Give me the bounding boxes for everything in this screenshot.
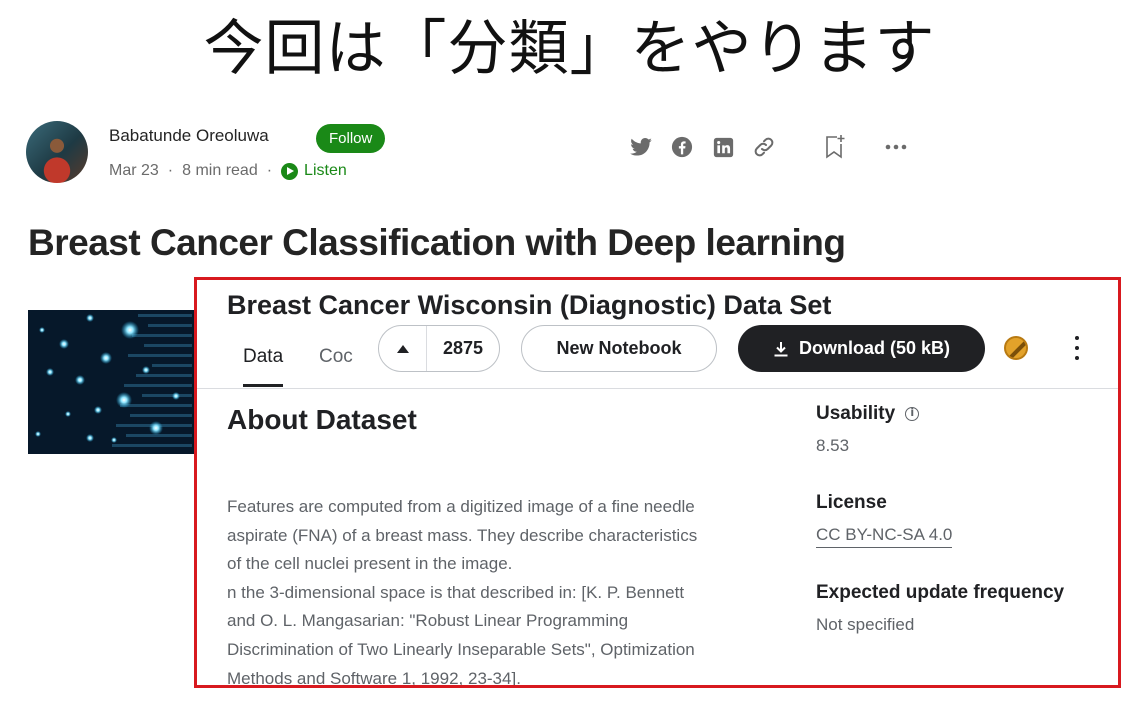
info-icon[interactable] bbox=[905, 406, 920, 421]
read-time: 8 min read bbox=[182, 162, 258, 179]
about-dataset-description: Features are computed from a digitized i… bbox=[227, 493, 787, 688]
upvote-button[interactable] bbox=[379, 326, 427, 371]
author-avatar[interactable] bbox=[26, 121, 88, 183]
vote-count: 2875 bbox=[442, 338, 484, 358]
tab-divider bbox=[197, 388, 1118, 389]
meta-separator: · bbox=[266, 162, 273, 179]
facebook-icon[interactable] bbox=[669, 134, 695, 160]
usability-section: Usability 8.53 bbox=[816, 403, 920, 456]
tab-code[interactable]: Coc bbox=[319, 346, 359, 368]
meta-separator: · bbox=[167, 162, 174, 179]
dataset-title: Breast Cancer Wisconsin (Diagnostic) Dat… bbox=[227, 290, 832, 320]
article-hero-image bbox=[28, 310, 196, 454]
download-label: Download (50 kB) bbox=[798, 338, 950, 358]
share-toolbar bbox=[628, 134, 924, 160]
update-frequency-section: Expected update frequency Not specified bbox=[816, 582, 1064, 635]
caret-up-icon bbox=[396, 344, 409, 353]
description-line: of the cell nuclei present in the image. bbox=[227, 554, 513, 574]
license-link[interactable]: CC BY-NC-SA 4.0 bbox=[816, 525, 953, 548]
update-frequency-value: Not specified bbox=[816, 615, 915, 634]
listen-label: Listen bbox=[304, 162, 347, 179]
description-line: n the 3-dimensional space is that descri… bbox=[227, 582, 685, 602]
linkedin-icon[interactable] bbox=[710, 134, 736, 160]
upvote-control: 2875 bbox=[378, 325, 500, 372]
publish-date: Mar 23 bbox=[109, 162, 159, 179]
usability-label: Usability bbox=[816, 403, 896, 424]
description-line: aspirate (FNA) of a breast mass. They de… bbox=[227, 525, 698, 545]
play-icon bbox=[281, 162, 299, 180]
description-line: Features are computed from a digitized i… bbox=[227, 497, 695, 516]
tab-data[interactable]: Data bbox=[243, 346, 284, 387]
article-title: Breast Cancer Classification with Deep l… bbox=[28, 222, 846, 263]
link-icon[interactable] bbox=[751, 134, 777, 160]
license-section: License CC BY-NC-SA 4.0 bbox=[816, 492, 953, 548]
description-line: Discrimination of Two Linearly Inseparab… bbox=[227, 639, 695, 659]
author-name[interactable]: Babatunde Oreoluwa bbox=[109, 126, 269, 146]
dataset-panel: Breast Cancer Wisconsin (Diagnostic) Dat… bbox=[194, 277, 1121, 688]
usability-value: 8.53 bbox=[816, 436, 850, 455]
update-frequency-label: Expected update frequency bbox=[816, 582, 1065, 603]
twitter-icon[interactable] bbox=[628, 134, 654, 160]
bookmark-add-icon[interactable] bbox=[821, 134, 847, 160]
more-icon[interactable] bbox=[883, 134, 909, 160]
medal-icon[interactable] bbox=[1004, 336, 1028, 360]
download-icon bbox=[773, 341, 789, 357]
article-meta: Mar 23 · 8 min read · Listen bbox=[109, 162, 347, 180]
slide-title: 今回は「分類」をやります bbox=[203, 14, 936, 84]
download-button[interactable]: Download (50 kB) bbox=[738, 325, 985, 372]
description-line: and O. L. Mangasarian: "Robust Linear Pr… bbox=[227, 611, 629, 631]
about-dataset-heading: About Dataset bbox=[227, 404, 417, 435]
follow-button[interactable]: Follow bbox=[316, 124, 386, 153]
new-notebook-button[interactable]: New Notebook bbox=[521, 325, 717, 372]
description-line: Methods and Software 1, 1992, 23-34]. bbox=[227, 668, 521, 688]
more-options-icon[interactable] bbox=[1069, 336, 1085, 360]
license-label: License bbox=[816, 492, 887, 513]
listen-button[interactable]: Listen bbox=[281, 162, 347, 180]
